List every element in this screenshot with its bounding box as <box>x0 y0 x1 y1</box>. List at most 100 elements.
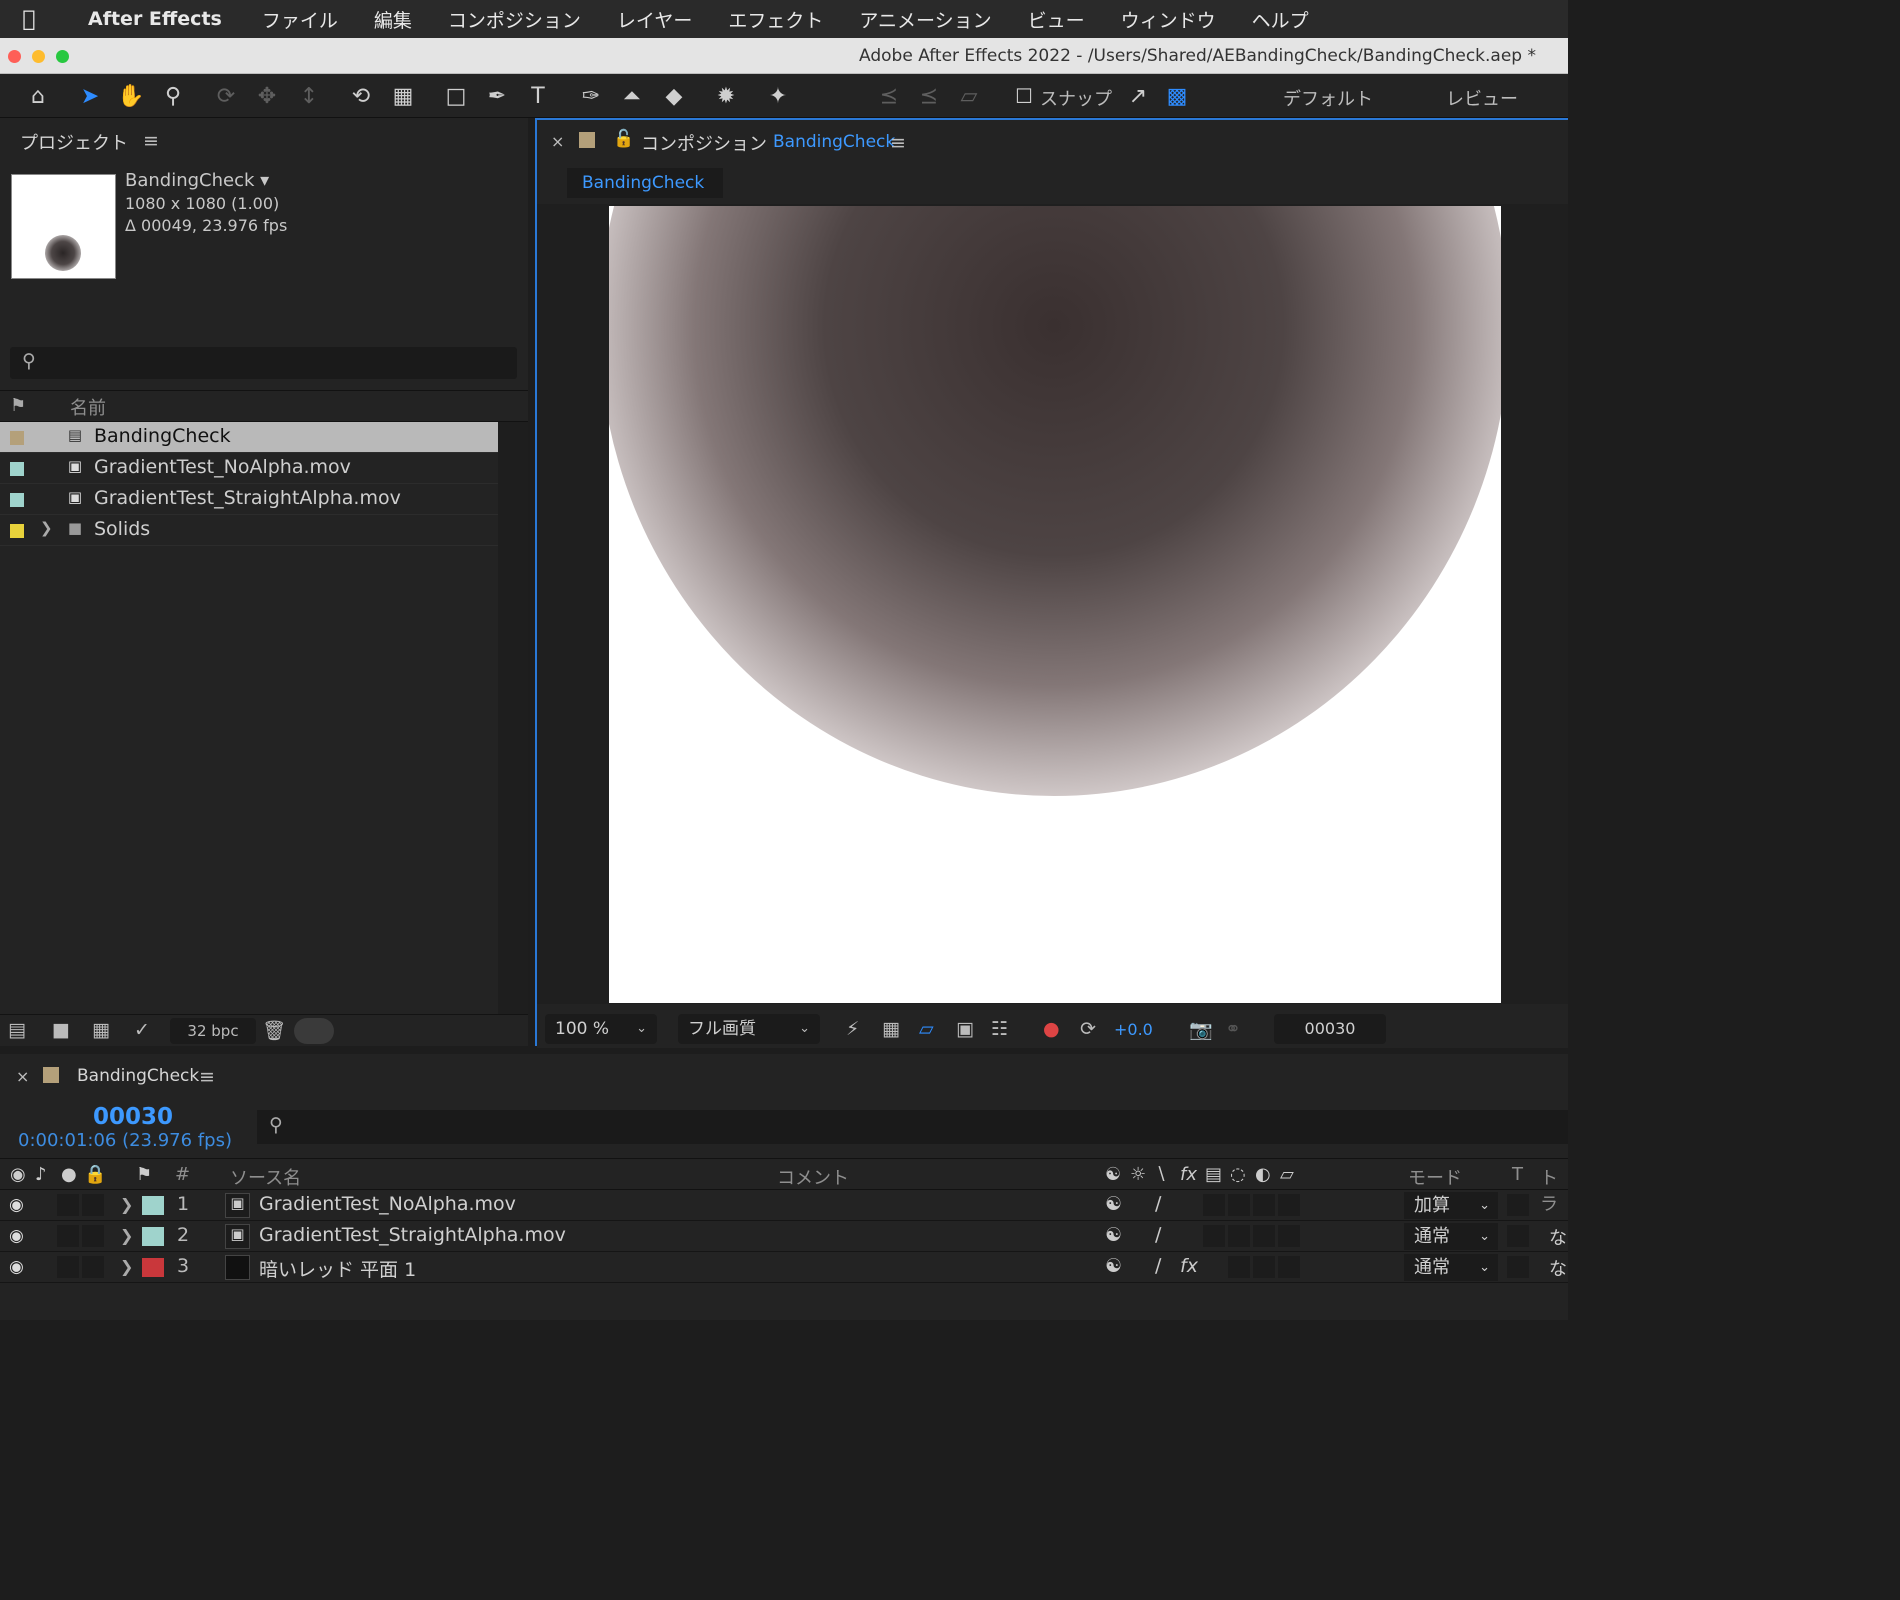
label-color-chip[interactable] <box>10 462 24 476</box>
column-t[interactable]: T <box>1512 1164 1523 1185</box>
exposure-value[interactable]: +0.0 <box>1114 1020 1153 1039</box>
quality-dropdown[interactable]: フル画質 ⌄ <box>678 1014 820 1044</box>
close-tab-icon[interactable]: × <box>16 1067 29 1086</box>
close-window-button[interactable] <box>8 50 21 63</box>
timeline-layer-row[interactable]: ◉ ❯ 3 暗いレッド 平面 1 ☯ ∕ fx 通常 ⌄ な <box>0 1252 1568 1283</box>
frame-blend-toggle[interactable] <box>1203 1194 1225 1216</box>
label-color-chip[interactable] <box>142 1258 164 1277</box>
color-management-icon[interactable]: ⟳ <box>1080 1018 1096 1040</box>
blend-mode-dropdown[interactable]: 通常 ⌄ <box>1404 1223 1498 1250</box>
brush-tool-icon[interactable]: ✑ <box>575 82 607 110</box>
project-item-footage[interactable]: ▣ GradientTest_NoAlpha.mov <box>0 453 500 484</box>
menu-file[interactable]: ファイル <box>262 6 338 33</box>
anchor-point-tool-icon[interactable]: ▦ <box>387 82 419 110</box>
collapse-switch-icon[interactable]: ☼ <box>1130 1164 1146 1185</box>
label-color-chip[interactable] <box>10 493 24 507</box>
label-color-chip[interactable] <box>10 524 24 538</box>
view-axis-icon[interactable]: ▱ <box>953 82 985 110</box>
lock-icon[interactable]: 🔓 <box>613 129 634 149</box>
eye-icon[interactable]: ◉ <box>10 1164 26 1185</box>
label-tag-icon[interactable]: ⚑ <box>10 395 26 416</box>
menu-app-name[interactable]: After Effects <box>88 8 222 30</box>
quality-switch-icon[interactable]: ∕ <box>1155 1224 1161 1246</box>
lock-toggle[interactable] <box>82 1256 104 1278</box>
selection-tool-icon[interactable]: ➤ <box>74 82 106 110</box>
shy-switch-icon[interactable]: ☯ <box>1105 1193 1122 1215</box>
hand-tool-icon[interactable]: ✋ <box>115 82 147 110</box>
panel-menu-icon[interactable]: ≡ <box>143 130 159 152</box>
type-tool-icon[interactable]: T <box>522 82 554 110</box>
dolly-camera-icon[interactable]: ↕ <box>293 82 325 110</box>
timeline-layer-row[interactable]: ◉ ❯ 1 ▣ GradientTest_NoAlpha.mov ☯ ∕ 加算 ⌄ <box>0 1190 1568 1221</box>
workspace-default[interactable]: デフォルト <box>1283 85 1373 111</box>
region-of-interest-icon[interactable]: ▣ <box>956 1018 974 1040</box>
show-snapshot-icon[interactable]: ⚭ <box>1225 1018 1241 1040</box>
motion-blur-icon[interactable]: ◌ <box>1230 1164 1246 1185</box>
label-color-chip[interactable] <box>142 1227 164 1246</box>
effects-switch-icon[interactable]: fx <box>1180 1255 1198 1277</box>
label-color-chip[interactable] <box>142 1196 164 1215</box>
local-axis-icon[interactable]: ⪯ <box>873 82 905 110</box>
chevron-right-icon[interactable]: ❯ <box>120 1226 133 1245</box>
zoom-dropdown[interactable]: 100 % ⌄ <box>545 1014 657 1044</box>
3d-toggle[interactable] <box>1278 1194 1300 1216</box>
frame-blend-icon[interactable]: ▤ <box>1205 1164 1222 1185</box>
puppet-pin-tool-icon[interactable]: ✦ <box>762 82 794 110</box>
pen-tool-icon[interactable]: ✒ <box>481 82 513 110</box>
color-depth-button[interactable]: 32 bpc <box>170 1018 256 1044</box>
label-color-chip[interactable] <box>10 431 24 445</box>
project-search-input[interactable]: ⚲ <box>10 347 517 379</box>
current-frame-field[interactable]: 00030 <box>1274 1014 1386 1044</box>
audio-icon[interactable]: ♪ <box>35 1164 47 1185</box>
menu-effect[interactable]: エフェクト <box>728 6 823 33</box>
rotate-tool-icon[interactable]: ⟲ <box>345 82 377 110</box>
track-matte-value[interactable]: な <box>1549 1255 1567 1281</box>
panel-menu-icon[interactable]: ≡ <box>890 132 906 154</box>
eye-icon[interactable]: ◉ <box>9 1226 24 1246</box>
quality-switch-icon[interactable]: ∕ <box>1155 1193 1161 1215</box>
snapshot-camera-icon[interactable]: 📷 <box>1189 1018 1213 1041</box>
grid-guides-icon[interactable]: ☷ <box>991 1018 1008 1040</box>
project-item-folder[interactable]: ❯ ■ Solids <box>0 515 500 546</box>
panel-menu-icon[interactable]: ≡ <box>199 1066 215 1088</box>
preserve-transparency-toggle[interactable] <box>1507 1225 1529 1247</box>
project-item-bandingcheck[interactable]: ▤ BandingCheck <box>0 422 500 453</box>
chevron-right-icon[interactable]: ❯ <box>120 1257 133 1276</box>
new-composition-icon[interactable]: ▦ <box>92 1019 110 1041</box>
adjustment-toggle[interactable] <box>1253 1194 1275 1216</box>
chevron-right-icon[interactable]: ❯ <box>40 519 53 537</box>
lock-icon[interactable]: 🔒 <box>84 1164 106 1185</box>
trash-icon[interactable]: 🗑 <box>262 1019 286 1042</box>
minimize-window-button[interactable] <box>32 50 45 63</box>
lock-toggle[interactable] <box>82 1225 104 1247</box>
comp-viewer[interactable] <box>537 204 1568 1004</box>
quality-switch-icon[interactable]: ∖ <box>1155 1164 1166 1185</box>
3d-toggle[interactable] <box>1278 1256 1300 1278</box>
quality-switch-icon[interactable]: ∕ <box>1155 1255 1161 1277</box>
snap-target-icon[interactable]: ▩ <box>1161 82 1193 110</box>
channel-rgb-icon[interactable]: ● <box>1043 1018 1060 1040</box>
transparency-grid-icon[interactable]: ▦ <box>882 1018 900 1040</box>
snap-options-icon[interactable]: ↗ <box>1122 82 1154 110</box>
panel-toggle[interactable] <box>294 1018 334 1044</box>
frame-blend-toggle[interactable] <box>1203 1225 1225 1247</box>
render-icon[interactable]: ✓ <box>134 1019 150 1041</box>
layer-source-name[interactable]: 暗いレッド 平面 1 <box>259 1255 416 1282</box>
solo-toggle[interactable] <box>57 1194 79 1216</box>
fast-preview-icon[interactable]: ⚡ <box>846 1018 859 1040</box>
lock-toggle[interactable] <box>82 1194 104 1216</box>
workspace-review[interactable]: レビュー <box>1446 85 1518 111</box>
track-matte-value[interactable]: な <box>1549 1224 1567 1250</box>
zoom-tool-icon[interactable]: ⚲ <box>157 82 189 110</box>
selected-item-name[interactable]: BandingCheck ▾ <box>125 170 269 191</box>
chevron-right-icon[interactable]: ❯ <box>120 1195 133 1214</box>
menu-layer[interactable]: レイヤー <box>617 6 692 33</box>
shy-switch-icon[interactable]: ☯ <box>1105 1255 1122 1277</box>
snap-checkbox-icon[interactable]: ☐ <box>1008 82 1040 110</box>
solo-toggle[interactable] <box>57 1225 79 1247</box>
world-axis-icon[interactable]: ⪯ <box>913 82 945 110</box>
comp-panel-name[interactable]: BandingCheck <box>773 132 895 152</box>
eye-icon[interactable]: ◉ <box>9 1257 24 1277</box>
mask-visibility-icon[interactable]: ▱ <box>919 1018 934 1040</box>
adjustment-layer-icon[interactable]: ◐ <box>1255 1164 1271 1185</box>
